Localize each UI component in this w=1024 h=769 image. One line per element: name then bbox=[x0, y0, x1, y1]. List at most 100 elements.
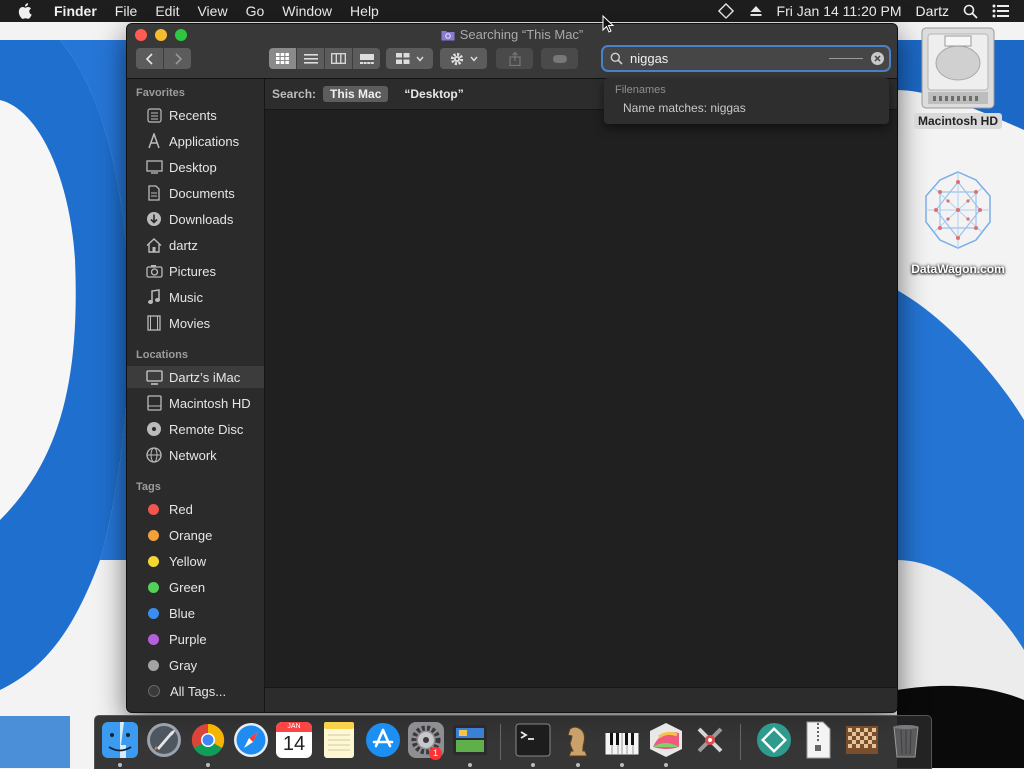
dock-notes[interactable] bbox=[320, 721, 358, 759]
sidebar-item-pictures[interactable]: Pictures bbox=[127, 260, 264, 282]
clear-search-button[interactable] bbox=[871, 52, 884, 65]
search-field-divider bbox=[829, 58, 863, 59]
spotlight-search-icon[interactable] bbox=[963, 4, 978, 19]
sidebar-item-recents[interactable]: Recents bbox=[127, 104, 264, 126]
tag-color-dot bbox=[148, 659, 159, 671]
desktop-item-macintosh-hd[interactable]: Macintosh HD bbox=[905, 26, 1011, 129]
rotation-status-icon[interactable] bbox=[717, 2, 735, 20]
tag-icon bbox=[552, 54, 567, 63]
menu-clock[interactable]: Fri Jan 14 11:20 PM bbox=[777, 3, 902, 19]
tag-color-dot bbox=[148, 607, 159, 619]
sidebar-header-locations: Locations bbox=[136, 349, 188, 361]
menu-go[interactable]: Go bbox=[246, 3, 265, 19]
edit-tags-button[interactable] bbox=[541, 48, 578, 69]
disc-icon bbox=[145, 421, 163, 437]
suggestion-name-matches[interactable]: Name matches: niggas bbox=[623, 101, 746, 115]
gallery-view-button[interactable] bbox=[353, 48, 380, 69]
search-input[interactable] bbox=[628, 50, 832, 67]
sidebar-item-macintosh-hd[interactable]: Macintosh HD bbox=[127, 392, 264, 414]
columns-icon bbox=[331, 53, 346, 64]
apple-menu-icon[interactable] bbox=[18, 3, 38, 19]
sidebar-item-label: Gray bbox=[169, 657, 198, 673]
share-button[interactable] bbox=[496, 48, 533, 69]
sidebar-item-applications[interactable]: Applications bbox=[127, 130, 264, 152]
sidebar-item-label: Downloads bbox=[169, 211, 234, 227]
sidebar-item-movies[interactable]: Movies bbox=[127, 312, 264, 334]
sidebar-item-label: Remote Disc bbox=[169, 421, 244, 437]
sidebar-item-label: Yellow bbox=[169, 553, 207, 569]
list-view-button[interactable] bbox=[297, 48, 325, 69]
icon-view-button[interactable] bbox=[269, 48, 297, 69]
sidebar-item-imac[interactable]: Dartz’s iMac bbox=[127, 366, 264, 388]
desktop-item-datawagon[interactable]: DataWagon.com bbox=[905, 170, 1011, 277]
dock-chessboard-file[interactable] bbox=[843, 721, 881, 759]
sidebar-item-music[interactable]: Music bbox=[127, 286, 264, 308]
dock-preview[interactable] bbox=[451, 721, 489, 759]
running-indicator bbox=[118, 763, 122, 767]
dock-calendar[interactable]: JAN 14 bbox=[275, 721, 313, 759]
dock-terminal[interactable] bbox=[514, 721, 552, 759]
sidebar-header-tags: Tags bbox=[136, 481, 161, 493]
search-results-area[interactable]: Search: This Mac “Desktop” bbox=[265, 79, 897, 712]
action-menu-button[interactable] bbox=[440, 48, 487, 69]
menu-user[interactable]: Dartz bbox=[916, 3, 949, 19]
recents-icon bbox=[145, 107, 163, 123]
dock-chrome[interactable] bbox=[189, 721, 227, 759]
sidebar-tag-blue[interactable]: Blue bbox=[127, 602, 264, 624]
eject-icon[interactable] bbox=[749, 4, 763, 18]
dock-piano-app[interactable] bbox=[603, 721, 641, 759]
forward-button[interactable] bbox=[164, 48, 191, 69]
sidebar-item-remote-disc[interactable]: Remote Disc bbox=[127, 418, 264, 440]
dock-chess[interactable] bbox=[559, 721, 597, 759]
menu-file[interactable]: File bbox=[115, 3, 138, 19]
running-indicator bbox=[664, 763, 668, 767]
sidebar-tag-orange[interactable]: Orange bbox=[127, 524, 264, 546]
dock-app-store[interactable] bbox=[364, 721, 402, 759]
sidebar-tag-green[interactable]: Green bbox=[127, 576, 264, 598]
sidebar-item-desktop[interactable]: Desktop bbox=[127, 156, 264, 178]
menu-window[interactable]: Window bbox=[282, 3, 332, 19]
dock-grapher[interactable] bbox=[647, 721, 685, 759]
menu-view[interactable]: View bbox=[197, 3, 227, 19]
scope-desktop-button[interactable]: “Desktop” bbox=[404, 87, 463, 101]
grapher-icon bbox=[650, 723, 682, 757]
sidebar-item-documents[interactable]: Documents bbox=[127, 182, 264, 204]
menu-app-name[interactable]: Finder bbox=[54, 3, 97, 19]
sidebar-tag-yellow[interactable]: Yellow bbox=[127, 550, 264, 572]
hard-drive-icon bbox=[921, 27, 995, 109]
group-by-button[interactable] bbox=[386, 48, 433, 69]
notification-center-icon[interactable] bbox=[992, 4, 1010, 18]
dock-launchpad[interactable] bbox=[145, 721, 183, 759]
sidebar-item-home[interactable]: dartz bbox=[127, 234, 264, 256]
dock-zip-file[interactable] bbox=[799, 721, 837, 759]
sidebar-all-tags[interactable]: All Tags... bbox=[127, 680, 264, 702]
back-button[interactable] bbox=[136, 48, 164, 69]
list-icon bbox=[303, 53, 318, 64]
menu-edit[interactable]: Edit bbox=[155, 3, 179, 19]
scope-this-mac-button[interactable]: This Mac bbox=[323, 86, 389, 102]
sidebar-tag-red[interactable]: Red bbox=[127, 498, 264, 520]
geodesic-logo-icon bbox=[925, 171, 991, 249]
computer-icon bbox=[145, 369, 163, 385]
camera-icon bbox=[145, 263, 163, 279]
search-field[interactable] bbox=[603, 47, 889, 70]
sidebar-tag-gray[interactable]: Gray bbox=[127, 654, 264, 676]
photo-viewer-icon bbox=[453, 725, 487, 755]
dock-diamond-app[interactable] bbox=[755, 721, 793, 759]
dock-system-preferences[interactable]: 1 bbox=[407, 721, 445, 760]
dock-safari[interactable] bbox=[232, 721, 270, 759]
dock-trash[interactable] bbox=[887, 721, 925, 759]
column-view-button[interactable] bbox=[325, 48, 353, 69]
sidebar-item-label: Recents bbox=[169, 107, 217, 123]
share-icon bbox=[508, 51, 521, 66]
dock-separator bbox=[500, 724, 501, 760]
sidebar-item-network[interactable]: Network bbox=[127, 444, 264, 466]
sidebar-item-label: Pictures bbox=[169, 263, 216, 279]
sidebar-item-label: Orange bbox=[169, 527, 213, 543]
menu-help[interactable]: Help bbox=[350, 3, 379, 19]
dock-finder[interactable] bbox=[101, 721, 139, 759]
dock-utilities[interactable] bbox=[691, 721, 729, 759]
sidebar-item-downloads[interactable]: Downloads bbox=[127, 208, 264, 230]
chevron-left-icon bbox=[145, 52, 153, 65]
sidebar-tag-purple[interactable]: Purple bbox=[127, 628, 264, 650]
